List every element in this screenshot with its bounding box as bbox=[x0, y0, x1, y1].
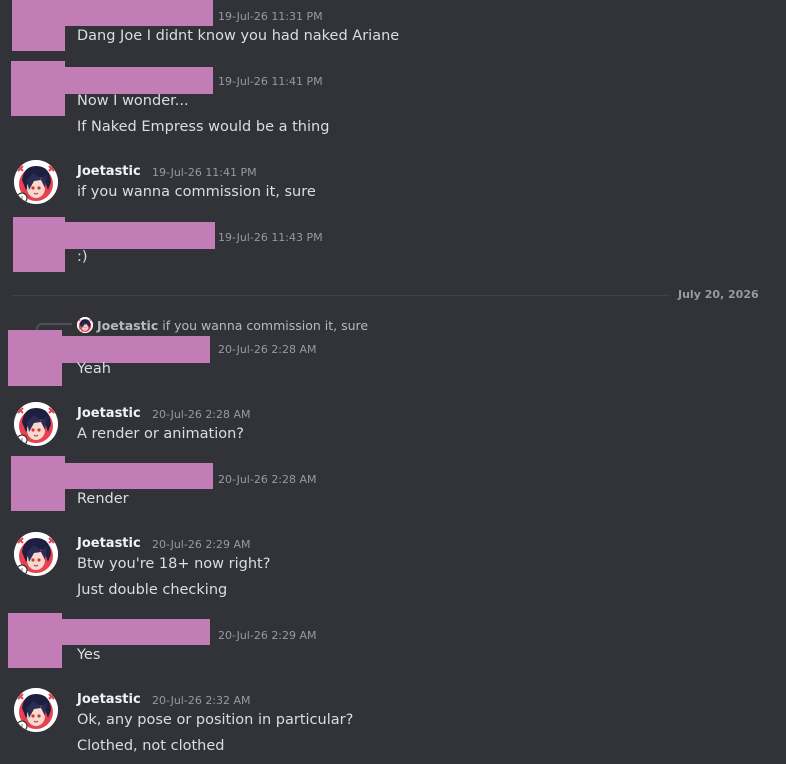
reply-text: if you wanna commission it, sure bbox=[162, 317, 369, 333]
reply-avatar bbox=[77, 317, 93, 333]
message-text: :) bbox=[77, 249, 88, 265]
message-text: Ok, any pose or position in particular? bbox=[77, 712, 354, 728]
user-avatar[interactable] bbox=[14, 532, 58, 576]
redacted-avatar bbox=[8, 330, 62, 386]
message-text: Btw you're 18+ now right? bbox=[77, 556, 271, 572]
message-text: Render bbox=[77, 491, 129, 507]
redacted-avatar bbox=[8, 613, 62, 668]
message-timestamp: 20-Jul-26 2:28 AM bbox=[218, 473, 317, 486]
username[interactable]: Joetastic bbox=[77, 164, 141, 179]
chat-log: 19-Jul-26 11:31 PM Dang Joe I didnt know… bbox=[0, 0, 786, 764]
message-text: Dang Joe I didnt know you had naked Aria… bbox=[77, 28, 400, 44]
message-timestamp: 20-Jul-26 2:29 AM bbox=[218, 629, 317, 642]
username[interactable]: Joetastic bbox=[77, 536, 141, 551]
message-timestamp: 20-Jul-26 2:29 AM bbox=[152, 538, 251, 551]
user-avatar[interactable] bbox=[14, 402, 58, 446]
message-timestamp: 20-Jul-26 2:32 AM bbox=[152, 694, 251, 707]
message-text: Just double checking bbox=[77, 582, 228, 598]
message-timestamp: 20-Jul-26 2:28 AM bbox=[218, 343, 317, 356]
message-text: Yes bbox=[77, 647, 101, 663]
user-avatar[interactable] bbox=[14, 688, 58, 732]
user-avatar[interactable] bbox=[14, 160, 58, 204]
username[interactable]: Joetastic bbox=[77, 406, 141, 421]
redacted-username bbox=[62, 619, 210, 645]
username[interactable]: Joetastic bbox=[77, 692, 141, 707]
reply-preview[interactable]: Joetastic if you wanna commission it, su… bbox=[77, 317, 368, 333]
reply-author: Joetastic bbox=[97, 317, 159, 333]
redacted-username bbox=[65, 0, 213, 26]
date-divider-label: July 20, 2026 bbox=[670, 288, 767, 301]
redacted-username bbox=[62, 336, 210, 363]
redacted-avatar bbox=[13, 217, 65, 272]
message-timestamp: 19-Jul-26 11:43 PM bbox=[218, 231, 323, 244]
redacted-avatar bbox=[11, 61, 65, 116]
message-timestamp: 20-Jul-26 2:28 AM bbox=[152, 408, 251, 421]
message-text: Yeah bbox=[77, 361, 111, 377]
message-timestamp: 19-Jul-26 11:41 PM bbox=[152, 166, 257, 179]
redacted-username bbox=[65, 463, 213, 489]
date-divider bbox=[12, 295, 756, 296]
message-text: A render or animation? bbox=[77, 426, 245, 442]
message-text: If Naked Empress would be a thing bbox=[77, 119, 330, 135]
message-timestamp: 19-Jul-26 11:31 PM bbox=[218, 10, 323, 23]
message-timestamp: 19-Jul-26 11:41 PM bbox=[218, 75, 323, 88]
redacted-username bbox=[65, 67, 213, 94]
message-text: Clothed, not clothed bbox=[77, 738, 225, 754]
redacted-avatar bbox=[12, 0, 65, 51]
message-text: if you wanna commission it, sure bbox=[77, 184, 316, 200]
redacted-username bbox=[65, 222, 215, 249]
message-text: Now I wonder... bbox=[77, 93, 189, 109]
redacted-avatar bbox=[11, 456, 65, 511]
